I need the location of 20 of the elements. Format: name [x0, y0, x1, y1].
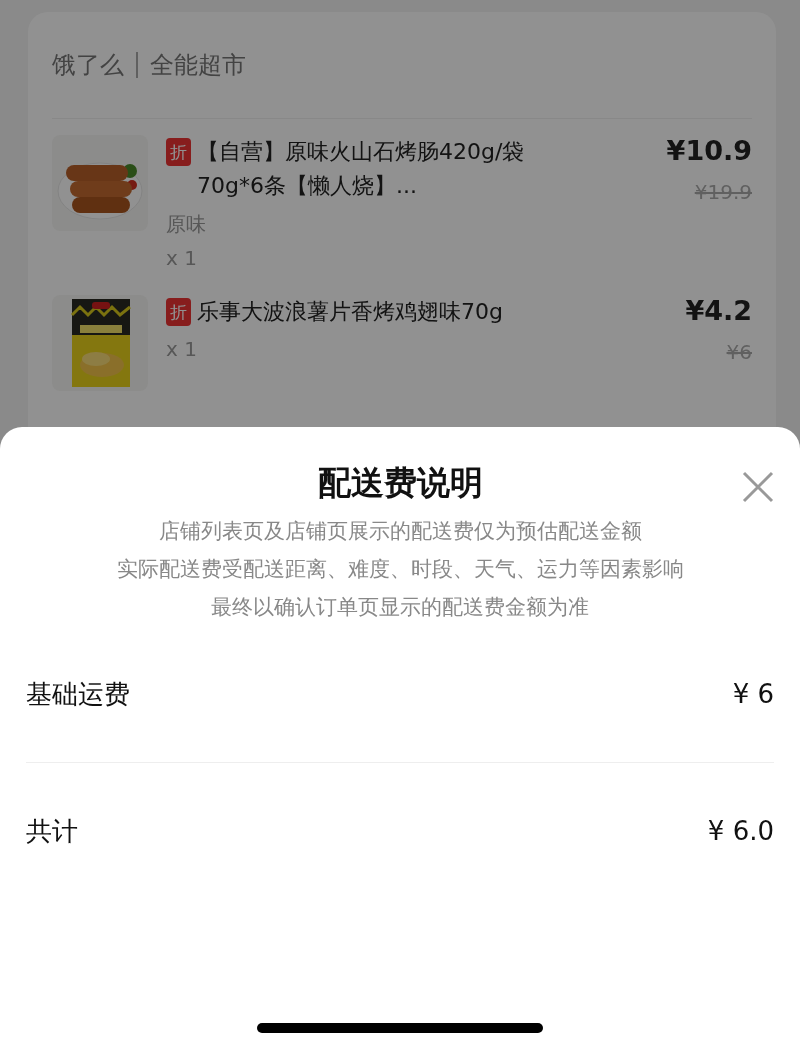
- fee-label: 共计: [26, 814, 78, 848]
- platform-name: 饿了么: [52, 50, 124, 81]
- product-title: 【自营】原味火山石烤肠420g/袋 70g*6条【懒人烧】...: [197, 138, 526, 200]
- discount-badge: 折: [166, 138, 191, 166]
- product-price: ¥4.2: [685, 295, 752, 326]
- product-quantity: x 1: [166, 246, 198, 270]
- product-quantity: x 1: [166, 337, 198, 361]
- product-price: ¥10.9: [666, 135, 752, 166]
- store-name: 全能超市: [150, 50, 246, 81]
- product-spec: 原味: [166, 211, 207, 238]
- fee-value: ¥ 6: [732, 679, 774, 709]
- sheet-title: 配送费说明: [317, 462, 483, 504]
- fee-value: ¥ 6.0: [707, 816, 774, 846]
- product-title: 乐事大波浪薯片香烤鸡翅味70g: [197, 298, 503, 326]
- close-icon[interactable]: [742, 471, 774, 503]
- description-line: 最终以确认订单页显示的配送费金额为准: [210, 594, 590, 621]
- description-line: 店铺列表页及店铺页展示的配送费仅为预估配送金额: [157, 518, 643, 545]
- fee-label: 基础运费: [26, 677, 130, 711]
- discount-badge: 折: [166, 298, 191, 326]
- description-line: 实际配送费受配送距离、难度、时段、天气、运力等因素影响: [115, 556, 685, 583]
